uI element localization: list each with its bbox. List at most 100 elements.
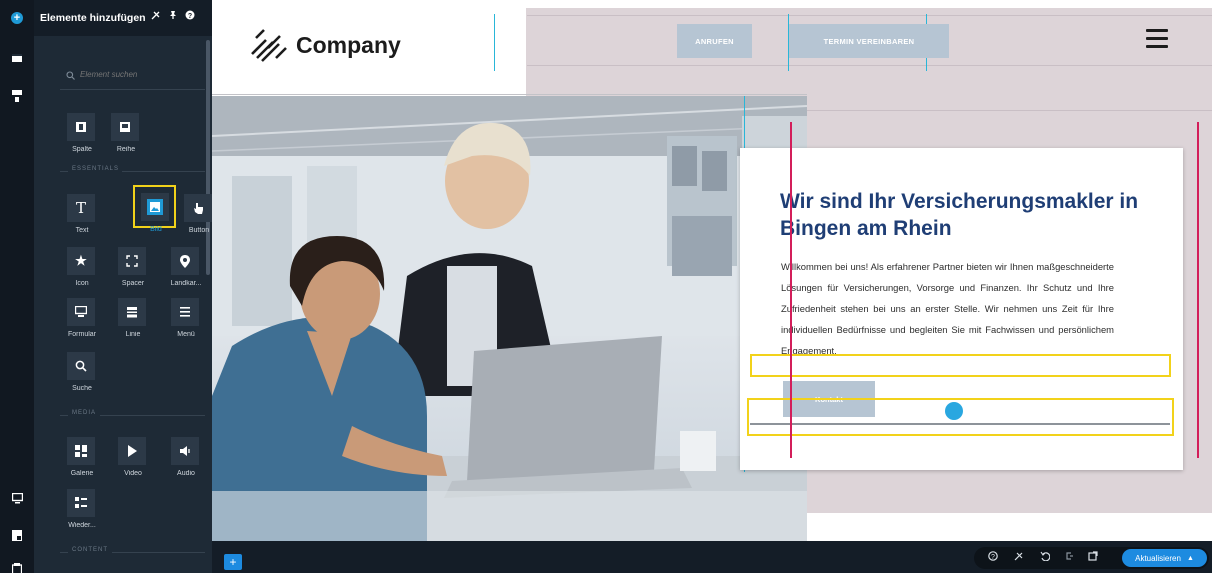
pages-button[interactable]	[0, 44, 34, 72]
redo-icon[interactable]	[1062, 551, 1076, 565]
bottom-tools: ? Aktualisieren ▲	[974, 547, 1209, 569]
hero-text[interactable]: Willkommen bei uns! Als erfahrener Partn…	[781, 256, 1114, 361]
book-appointment-button[interactable]: TERMIN VEREINBAREN	[789, 24, 949, 58]
settings-button[interactable]	[0, 555, 34, 573]
svg-text:?: ?	[188, 13, 192, 20]
tile-label: Landkar...	[170, 280, 202, 287]
section-content: CONTENT	[60, 547, 205, 557]
sections-icon	[12, 90, 22, 102]
divider	[100, 415, 205, 416]
guide-line	[494, 14, 495, 71]
tile-label: Galerie	[70, 470, 94, 477]
hero-title[interactable]: Wir sind Ihr Versicherungsmakler in Bing…	[780, 188, 1150, 242]
tile-label: Reihe	[116, 146, 136, 153]
tile-galerie[interactable]: Galerie	[60, 437, 104, 487]
tile-wiederholung[interactable]: Wieder...	[60, 489, 104, 539]
tile-label: Menü	[177, 331, 195, 338]
left-rail: +	[0, 0, 34, 573]
drag-handle[interactable]	[945, 402, 963, 420]
tile-label: Wieder...	[68, 522, 96, 529]
tile-landkarte[interactable]: Landkar...	[164, 247, 208, 297]
audio-icon	[171, 437, 199, 465]
tile-reihe[interactable]: Reihe	[104, 113, 148, 163]
section-essentials: ESSENTIALS	[60, 166, 205, 176]
guide-line	[790, 122, 792, 458]
bottom-toolbar: + ? Aktualisieren ▲	[212, 541, 1212, 573]
guide-line	[527, 15, 1212, 16]
tile-icon[interactable]: ★ Icon	[60, 247, 104, 297]
tile-bild[interactable]: Bild	[133, 185, 176, 233]
hamburger-menu-icon[interactable]	[1146, 29, 1168, 49]
preview-icon[interactable]	[1086, 551, 1100, 565]
search-icon	[67, 352, 95, 380]
tile-spacer[interactable]: Spacer	[111, 247, 155, 297]
add-elements-panel: Elemente hinzufügen ? Spalte	[34, 0, 212, 573]
editor-root: + Elemente hinzufügen ? Element suchen S…	[0, 0, 1212, 573]
element-search[interactable]	[60, 66, 205, 90]
column-icon	[67, 113, 95, 141]
unpin-icon[interactable]	[150, 10, 162, 24]
search-icon	[66, 71, 75, 83]
add-section-button[interactable]: +	[224, 554, 242, 570]
mobile-view-button[interactable]	[0, 521, 34, 549]
tile-spalte[interactable]: Spalte	[60, 113, 104, 163]
call-button[interactable]: ANRUFEN	[677, 24, 752, 58]
element-search-input[interactable]	[80, 70, 200, 79]
spacer-icon	[118, 247, 146, 275]
tile-label: Audio	[177, 470, 195, 477]
hero-image[interactable]	[212, 96, 807, 541]
form-icon	[67, 298, 95, 326]
pointer-icon	[184, 194, 212, 222]
tile-menu[interactable]: Menü	[164, 298, 208, 348]
map-pin-icon	[171, 247, 199, 275]
page-icon	[12, 54, 22, 62]
tile-video[interactable]: Video	[111, 437, 155, 487]
text-icon: T	[67, 194, 95, 222]
tile-label: Video	[124, 470, 142, 477]
sections-button[interactable]	[0, 82, 34, 110]
tile-audio[interactable]: Audio	[164, 437, 208, 487]
guide-line	[212, 94, 807, 95]
section-label: MEDIA	[72, 410, 97, 416]
desktop-view-button[interactable]	[0, 484, 34, 512]
tile-suche[interactable]: Suche	[60, 352, 104, 402]
star-icon: ★	[67, 247, 95, 275]
line-icon	[118, 298, 146, 326]
help-icon[interactable]: ?	[986, 551, 1000, 565]
plus-circle-icon: +	[11, 12, 23, 24]
section-media: MEDIA	[60, 410, 205, 420]
tile-text[interactable]: T Text	[60, 194, 104, 244]
repeater-icon	[67, 489, 95, 517]
help-icon[interactable]: ?	[184, 10, 196, 24]
pin-icon[interactable]	[167, 10, 179, 24]
tile-label: Linie	[125, 331, 141, 338]
logo-mark-icon	[251, 29, 287, 62]
section-label: ESSENTIALS	[72, 166, 120, 172]
company-logo[interactable]: Company	[246, 28, 446, 64]
drop-zone-highlight[interactable]	[750, 354, 1171, 377]
image-icon	[141, 193, 169, 221]
panel-header: Elemente hinzufügen ?	[34, 0, 212, 36]
undo-icon[interactable]	[1038, 551, 1052, 565]
export-icon	[12, 563, 22, 573]
chevron-up-icon: ▲	[1186, 554, 1194, 562]
update-button[interactable]: Aktualisieren ▲	[1122, 549, 1207, 567]
page-canvas[interactable]: Company ANRUFEN TERMIN VEREINBAREN Wir s…	[212, 0, 1212, 573]
mobile-icon	[12, 529, 22, 541]
add-elements-button[interactable]: +	[0, 4, 34, 32]
divider	[60, 552, 68, 553]
guide-line	[527, 65, 1212, 66]
unpin-icon[interactable]	[1012, 551, 1026, 565]
tile-linie[interactable]: Linie	[111, 298, 155, 348]
menu-icon	[171, 298, 199, 326]
divider	[60, 415, 68, 416]
play-icon	[118, 437, 146, 465]
tile-formular[interactable]: Formular	[60, 298, 104, 348]
guide-line	[1197, 122, 1199, 458]
guide-line	[807, 110, 1212, 111]
section-label: CONTENT	[72, 547, 108, 553]
row-icon	[111, 113, 139, 141]
tile-label: Icon	[75, 280, 89, 287]
gallery-icon	[67, 437, 95, 465]
tile-label: Spacer	[121, 280, 145, 287]
